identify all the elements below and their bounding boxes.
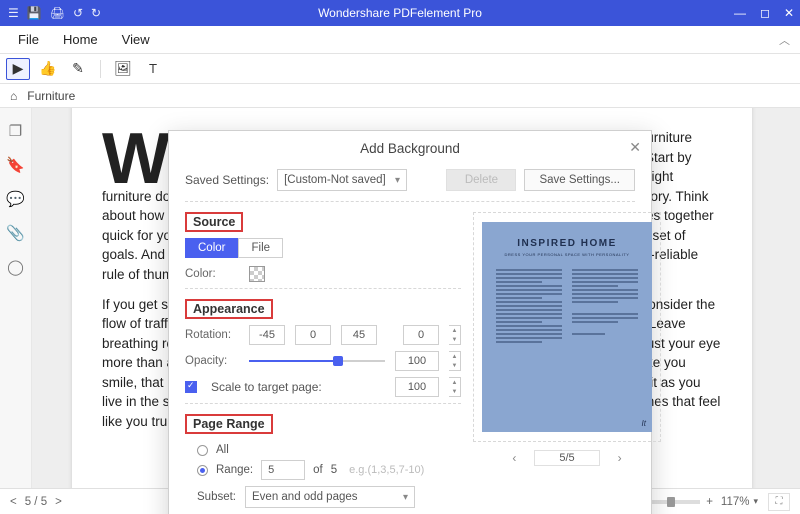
- tool-edit-icon[interactable]: ✎: [66, 58, 90, 80]
- panel-thumbnails-icon[interactable]: ❐: [9, 122, 22, 140]
- preview-next-icon[interactable]: ›: [618, 451, 622, 465]
- toolbar-separator: [100, 60, 101, 78]
- menu-file[interactable]: File: [6, 28, 51, 51]
- pagerange-range-label: Range:: [216, 464, 253, 476]
- section-appearance-heading: Appearance: [185, 299, 273, 319]
- opacity-slider[interactable]: [249, 358, 385, 364]
- range-from-input[interactable]: 5: [261, 460, 305, 480]
- opacity-label: Opacity:: [185, 355, 239, 367]
- toolbar: ▶ 👍 ✎ 🖼 Ｔ: [0, 54, 800, 84]
- preview-heading: INSPIRED HOME: [496, 238, 638, 249]
- window-maximize-icon[interactable]: ◻: [760, 6, 770, 20]
- panel-comments-icon[interactable]: 💬: [6, 190, 25, 208]
- breadcrumb-label: Furniture: [27, 89, 75, 103]
- status-next-icon[interactable]: >: [55, 496, 62, 508]
- dialog-title: Add Background: [360, 141, 460, 156]
- panel-attachments-icon[interactable]: 📎: [6, 224, 25, 242]
- ribbon-collapse-icon[interactable]: ︿: [779, 32, 790, 48]
- section-pagerange-heading: Page Range: [185, 414, 273, 434]
- zoom-dropdown-icon[interactable]: ▾: [753, 496, 758, 507]
- rotation-preset-45[interactable]: 45: [341, 325, 377, 345]
- menubar: File Home View ︿: [0, 26, 800, 54]
- source-tab-file[interactable]: File: [238, 238, 283, 258]
- status-prev-icon[interactable]: <: [10, 496, 17, 508]
- dialog-header: Add Background ✕: [169, 131, 651, 165]
- main-area: ❐ 🔖 💬 📎 ◯ When analyzing any space, thin…: [0, 108, 800, 488]
- zoom-value[interactable]: 117%: [721, 496, 750, 508]
- preview-sub: DRESS YOUR PERSONAL SPACE WITH PERSONALI…: [496, 252, 638, 257]
- rotation-label: Rotation:: [185, 329, 239, 341]
- scale-checkbox[interactable]: [185, 381, 197, 393]
- zoom-in-icon[interactable]: +: [706, 496, 713, 508]
- color-label: Color:: [185, 268, 239, 280]
- color-swatch-picker[interactable]: [249, 266, 265, 282]
- titlebar: ☰ 💾 🖨 ↺ ↻ Wondershare PDFelement Pro — ◻…: [0, 0, 800, 26]
- opacity-spinner[interactable]: ▲▼: [449, 351, 461, 371]
- preview-prev-icon[interactable]: ‹: [512, 451, 516, 465]
- range-of-label: of: [313, 464, 323, 476]
- rotation-preset-0[interactable]: 0: [295, 325, 331, 345]
- tool-select-icon[interactable]: ▶: [6, 58, 30, 80]
- opacity-value-input[interactable]: 100: [395, 351, 439, 371]
- menu-view[interactable]: View: [110, 28, 162, 51]
- home-icon[interactable]: ⌂: [10, 89, 17, 103]
- subset-label: Subset:: [197, 491, 237, 503]
- section-source-heading: Source: [185, 212, 243, 232]
- panel-bookmarks-icon[interactable]: 🔖: [6, 156, 25, 174]
- preview-page: INSPIRED HOME DRESS YOUR PERSONAL SPACE …: [482, 222, 652, 432]
- scale-value-input[interactable]: 100: [395, 377, 439, 397]
- source-tab-color[interactable]: Color: [185, 238, 238, 258]
- save-settings-button[interactable]: Save Settings...: [524, 169, 635, 191]
- rotation-preset-minus45[interactable]: -45: [249, 325, 285, 345]
- saved-settings-label: Saved Settings:: [185, 173, 269, 187]
- tb-print-icon[interactable]: 🖨: [50, 6, 65, 20]
- preview-area: INSPIRED HOME DRESS YOUR PERSONAL SPACE …: [473, 212, 661, 442]
- left-sidebar: ❐ 🔖 💬 📎 ◯: [0, 108, 32, 488]
- tb-undo-icon[interactable]: ↺: [73, 6, 83, 20]
- range-total-label: 5: [331, 464, 337, 476]
- window-minimize-icon[interactable]: —: [734, 6, 746, 20]
- saved-settings-combo[interactable]: [Custom-Not saved]: [277, 169, 407, 191]
- preview-page-nav: ‹ 5/5 ›: [473, 450, 661, 466]
- subset-combo[interactable]: Even and odd pages: [245, 486, 415, 508]
- drop-cap: W: [102, 134, 170, 184]
- delete-button: Delete: [446, 169, 516, 191]
- scale-spinner[interactable]: ▲▼: [449, 377, 461, 397]
- status-page-indicator[interactable]: 5 / 5: [25, 496, 47, 508]
- fullscreen-icon[interactable]: ⛶: [768, 493, 790, 511]
- menu-home[interactable]: Home: [51, 28, 110, 51]
- range-hint: e.g.(1,3,5,7-10): [349, 464, 424, 476]
- tb-app-icon: ☰: [8, 6, 19, 20]
- tb-save-icon[interactable]: 💾: [27, 6, 42, 20]
- tool-hand-icon[interactable]: 👍: [36, 58, 60, 80]
- pagerange-radio-range[interactable]: [197, 465, 208, 476]
- rotation-value-input[interactable]: 0: [403, 325, 439, 345]
- tb-redo-icon[interactable]: ↻: [91, 6, 101, 20]
- scale-label: Scale to target page:: [211, 380, 385, 394]
- preview-page-indicator[interactable]: 5/5: [534, 450, 599, 466]
- tool-image-icon[interactable]: 🖼: [111, 58, 135, 80]
- add-background-dialog: Add Background ✕ Saved Settings: [Custom…: [168, 130, 652, 514]
- pagerange-all-label: All: [216, 444, 229, 456]
- tool-textbox-icon[interactable]: Ｔ: [141, 58, 165, 80]
- pagerange-radio-all[interactable]: [197, 445, 208, 456]
- panel-search-icon[interactable]: ◯: [7, 258, 24, 276]
- breadcrumb: ⌂ Furniture: [0, 84, 800, 108]
- dialog-close-icon[interactable]: ✕: [629, 139, 641, 156]
- rotation-spinner[interactable]: ▲▼: [449, 325, 461, 345]
- app-title: Wondershare PDFelement Pro: [0, 6, 800, 20]
- window-close-icon[interactable]: ✕: [784, 6, 794, 20]
- preview-page-it: It: [642, 419, 646, 428]
